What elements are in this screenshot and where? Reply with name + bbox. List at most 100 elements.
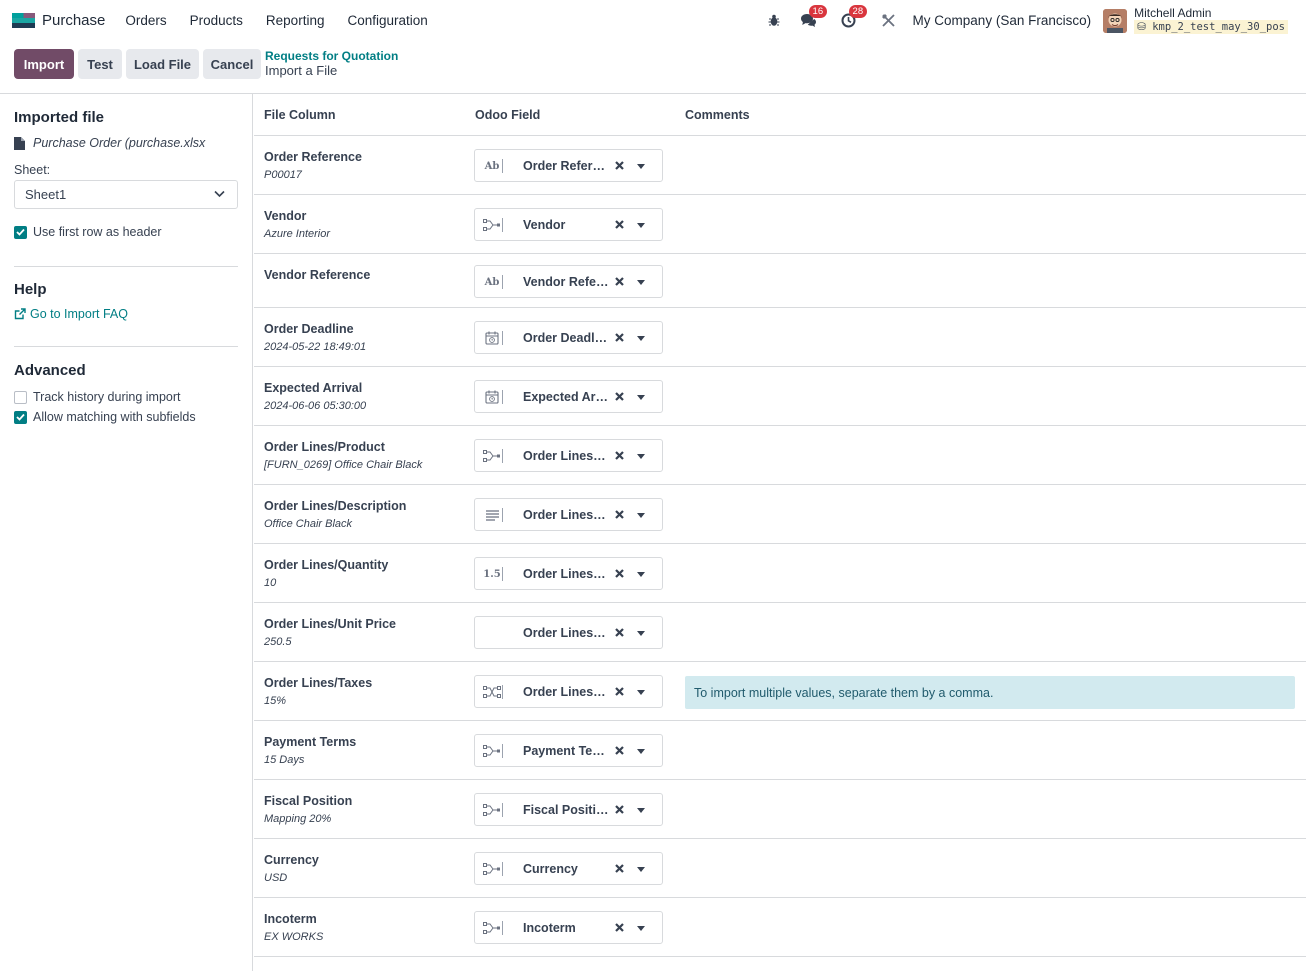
sheet-select-value: Sheet1 xyxy=(25,187,67,202)
caret-down-icon[interactable] xyxy=(637,690,645,695)
datetime-icon xyxy=(481,389,503,405)
field-type-separator xyxy=(502,862,503,876)
clear-x-icon[interactable] xyxy=(614,332,625,343)
clear-x-icon[interactable] xyxy=(614,219,625,230)
odoo-field-select[interactable]: Incoterm xyxy=(474,911,663,944)
import-mapping-table: File Column Odoo Field Comments Order Re… xyxy=(254,94,1306,971)
odoo-field-select[interactable]: Fiscal Position xyxy=(474,793,663,826)
odoo-field-select[interactable]: Order Lines / Description xyxy=(474,498,663,531)
odoo-field-select[interactable]: Ab Order Reference xyxy=(474,149,663,182)
allow-matching-checkbox[interactable] xyxy=(14,410,27,424)
use-header-label: Use first row as header xyxy=(33,225,162,239)
import-faq-link[interactable]: Go to Import FAQ xyxy=(14,307,128,321)
breadcrumb-parent-link[interactable]: Requests for Quotation xyxy=(265,49,398,63)
file-column-name: Expected Arrival xyxy=(264,381,363,395)
menu-products[interactable]: Products xyxy=(190,13,243,28)
caret-down-icon[interactable] xyxy=(637,926,645,931)
file-column-name: Vendor Reference xyxy=(264,268,371,282)
clear-x-icon[interactable] xyxy=(614,276,625,287)
clear-x-icon[interactable] xyxy=(614,627,625,638)
clear-x-icon[interactable] xyxy=(614,804,625,815)
caret-down-icon[interactable] xyxy=(637,454,645,459)
clear-x-icon[interactable] xyxy=(614,686,625,697)
odoo-field-select[interactable]: Order Lines / Product xyxy=(474,439,663,472)
odoo-field-value: Expected Arrival xyxy=(523,390,609,404)
clear-x-icon[interactable] xyxy=(614,863,625,874)
file-column-sample: 250.5 xyxy=(264,636,292,648)
datetime-icon xyxy=(481,330,503,346)
import-button[interactable]: Import xyxy=(14,49,74,79)
use-header-checkbox[interactable] xyxy=(14,225,27,239)
caret-down-icon[interactable] xyxy=(637,867,645,872)
odoo-field-value: Fiscal Position xyxy=(523,803,609,817)
activities-clock-icon[interactable]: 28 xyxy=(838,4,868,32)
file-column-sample: Office Chair Black xyxy=(264,518,353,530)
menu-orders[interactable]: Orders xyxy=(125,13,166,28)
cancel-button[interactable]: Cancel xyxy=(203,49,261,79)
tools-icon[interactable] xyxy=(878,10,900,32)
caret-down-icon[interactable] xyxy=(637,513,645,518)
odoo-field-select[interactable]: 1.5 Order Lines / Quantity xyxy=(474,557,663,590)
odoo-field-value: Vendor xyxy=(523,218,566,232)
odoo-field-select[interactable]: Order Lines / Unit Price xyxy=(474,616,663,649)
file-name: Purchase Order (purchase.xlsx xyxy=(33,136,206,150)
clear-x-icon[interactable] xyxy=(614,922,625,933)
clear-x-icon[interactable] xyxy=(614,568,625,579)
caret-down-icon[interactable] xyxy=(637,631,645,636)
menu-reporting[interactable]: Reporting xyxy=(266,13,325,28)
advanced-heading: Advanced xyxy=(14,362,86,379)
odoo-field-select[interactable]: Payment Terms xyxy=(474,734,663,767)
caret-down-icon[interactable] xyxy=(637,572,645,577)
sheet-label: Sheet: xyxy=(14,163,51,177)
clear-x-icon[interactable] xyxy=(614,450,625,461)
company-switcher[interactable]: My Company (San Francisco) xyxy=(913,13,1092,28)
allow-matching-checkbox-row[interactable]: Allow matching with subfields xyxy=(14,410,196,424)
purchase-app-icon[interactable] xyxy=(12,13,35,28)
caret-down-icon[interactable] xyxy=(637,280,645,285)
mapping-row: Order Lines/Description Office Chair Blac… xyxy=(254,485,1306,544)
caret-down-icon[interactable] xyxy=(637,749,645,754)
odoo-field-select[interactable]: Order Lines / Taxes xyxy=(474,675,663,708)
odoo-field-select[interactable]: Expected Arrival xyxy=(474,380,663,413)
odoo-field-select[interactable]: Order Deadline xyxy=(474,321,663,354)
track-history-checkbox[interactable] xyxy=(14,390,27,404)
odoo-field-value: Currency xyxy=(523,862,578,876)
odoo-field-select[interactable]: Ab Vendor Reference xyxy=(474,265,663,298)
odoo-field-select[interactable]: Currency xyxy=(474,852,663,885)
messages-chat-icon[interactable]: 16 xyxy=(798,4,828,32)
mapping-row: Order Lines/Unit Price 250.5 Order Lines /… xyxy=(254,603,1306,662)
float-icon: 1.5 xyxy=(483,568,501,580)
caret-down-icon[interactable] xyxy=(637,223,645,228)
use-header-checkbox-row[interactable]: Use first row as header xyxy=(14,225,162,239)
clear-x-icon[interactable] xyxy=(614,391,625,402)
user-menu[interactable]: Mitchell Admin ⛁ kmp_2_test_may_30_pos xyxy=(1134,7,1288,34)
many2many-icon xyxy=(481,684,503,700)
field-type-separator xyxy=(502,921,503,935)
many2one-icon xyxy=(481,217,503,233)
caret-down-icon[interactable] xyxy=(637,336,645,341)
char-icon: Ab xyxy=(484,276,500,288)
load-file-button[interactable]: Load File xyxy=(126,49,199,79)
caret-down-icon[interactable] xyxy=(637,164,645,169)
sheet-select[interactable]: Sheet1 xyxy=(14,180,238,209)
file-column-name: Order Deadline xyxy=(264,322,354,336)
track-history-checkbox-row[interactable]: Track history during import xyxy=(14,390,181,404)
caret-down-icon[interactable] xyxy=(637,395,645,400)
import-options-sidebar: Imported file Purchase Order (purchase.x… xyxy=(0,94,253,971)
top-navbar: Purchase Orders Products Reporting Confi… xyxy=(0,0,1306,41)
menu-configuration[interactable]: Configuration xyxy=(347,13,427,28)
header-file-column: File Column xyxy=(264,108,336,122)
user-avatar[interactable] xyxy=(1103,8,1128,33)
clear-x-icon[interactable] xyxy=(614,745,625,756)
debug-bug-icon[interactable] xyxy=(763,10,785,32)
file-column-sample: [FURN_0269] Office Chair Black xyxy=(264,459,423,471)
odoo-field-select[interactable]: Vendor xyxy=(474,208,663,241)
odoo-field-value: Payment Terms xyxy=(523,744,609,758)
clear-x-icon[interactable] xyxy=(614,509,625,520)
clear-x-icon[interactable] xyxy=(614,160,625,171)
test-button[interactable]: Test xyxy=(78,49,122,79)
caret-down-icon[interactable] xyxy=(637,808,645,813)
odoo-field-value: Order Reference xyxy=(523,159,609,173)
app-name[interactable]: Purchase xyxy=(42,12,105,29)
field-type-separator xyxy=(502,275,503,289)
